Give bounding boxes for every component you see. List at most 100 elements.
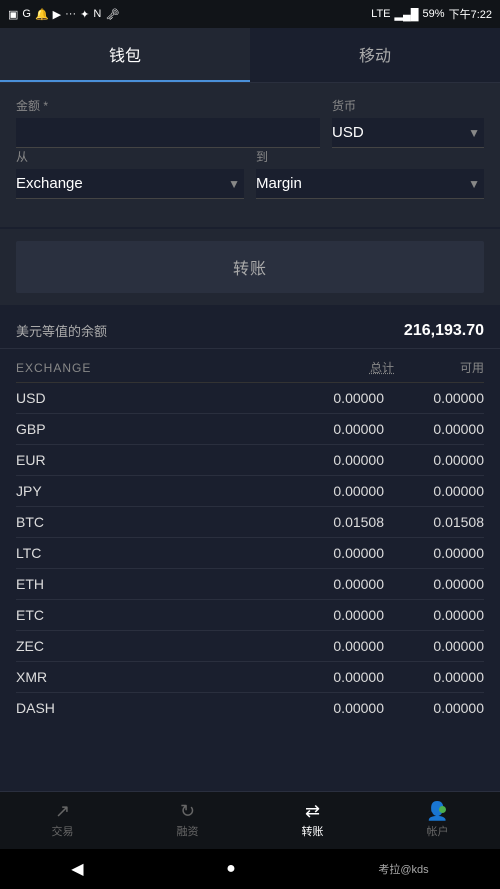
asset-available: 0.00000	[384, 607, 484, 623]
nav-label-transfer: 转账	[302, 823, 324, 839]
play-icon: ▶	[53, 8, 61, 21]
exchange-header-row: EXCHANGE 总计 可用	[16, 349, 484, 383]
nav-label-funding: 融资	[177, 823, 199, 839]
asset-name: BTC	[16, 514, 96, 530]
balance-section: 美元等值的余额 216,193.70	[0, 305, 500, 349]
asset-available: 0.00000	[384, 638, 484, 654]
transfer-icon: ⇄	[305, 802, 320, 820]
currency-group: 货币 USD BTC ETH ▼	[332, 97, 484, 148]
asset-total: 0.00000	[264, 669, 384, 685]
from-select[interactable]: Exchange Margin Funding	[16, 169, 244, 199]
from-group: 从 Exchange Margin Funding ▼	[16, 148, 244, 199]
table-row[interactable]: BTC 0.01508 0.01508	[16, 507, 484, 538]
balance-value: 216,193.70	[404, 322, 484, 340]
asset-total: 0.00000	[264, 607, 384, 623]
currency-select[interactable]: USD BTC ETH	[332, 118, 484, 148]
status-right: LTE ▂▄█ 59% 下午7:22	[371, 6, 492, 22]
col-header-available: 可用	[394, 359, 484, 376]
dots: ···	[65, 8, 76, 20]
trade-icon: ↗	[55, 802, 70, 820]
nav-item-trade[interactable]: ↗ 交易	[0, 792, 125, 849]
table-row[interactable]: JPY 0.00000 0.00000	[16, 476, 484, 507]
asset-name: GBP	[16, 421, 96, 437]
to-group: 到 Margin Exchange Funding ▼	[256, 148, 484, 199]
asset-total: 0.01508	[264, 514, 384, 530]
tab-wallet[interactable]: 钱包	[0, 28, 250, 82]
asset-name: ZEC	[16, 638, 96, 654]
lte-icon: LTE	[371, 8, 390, 20]
signal-bars: ▂▄█	[395, 8, 419, 21]
amount-group: 金额 *	[16, 97, 320, 148]
table-row[interactable]: XMR 0.00000 0.00000	[16, 662, 484, 693]
from-select-wrapper: Exchange Margin Funding ▼	[16, 169, 244, 199]
amount-currency-row: 金额 * 货币 USD BTC ETH ▼	[16, 97, 484, 148]
table-row[interactable]: EUR 0.00000 0.00000	[16, 445, 484, 476]
to-select[interactable]: Margin Exchange Funding	[256, 169, 484, 199]
asset-name: EUR	[16, 452, 96, 468]
transfer-btn-wrap: 转账	[0, 229, 500, 305]
col-headers: 总计 可用	[304, 359, 484, 376]
form-area: 金额 * 货币 USD BTC ETH ▼ 从 Exchange Margin	[0, 83, 500, 227]
asset-total: 0.00000	[264, 483, 384, 499]
asset-name: ETC	[16, 607, 96, 623]
to-label: 到	[256, 148, 484, 165]
account-status-dot	[439, 806, 446, 813]
account-icon-wrap: 👤	[426, 802, 448, 820]
asset-name: USD	[16, 390, 96, 406]
brand-label: 考拉@kds	[378, 861, 428, 877]
asset-total: 0.00000	[264, 576, 384, 592]
transfer-button[interactable]: 转账	[16, 241, 484, 293]
col-header-total: 总计	[304, 359, 394, 376]
asset-total: 0.00000	[264, 421, 384, 437]
table-row[interactable]: LTC 0.00000 0.00000	[16, 538, 484, 569]
bottom-nav: ↗ 交易 ↻ 融资 ⇄ 转账 👤 帐户	[0, 791, 500, 849]
nav-label-account: 帐户	[427, 823, 449, 839]
exchange-section: EXCHANGE 总计 可用 USD 0.00000 0.00000 GBP 0…	[0, 349, 500, 723]
table-row[interactable]: ZEC 0.00000 0.00000	[16, 631, 484, 662]
asset-available: 0.00000	[384, 390, 484, 406]
status-left: ▣ G 🔔 ▶ ··· ✦ N 🗝	[8, 8, 119, 21]
asset-total: 0.00000	[264, 390, 384, 406]
amount-input[interactable]	[16, 118, 320, 148]
nav-item-transfer[interactable]: ⇄ 转账	[250, 792, 375, 849]
from-label: 从	[16, 148, 244, 165]
amount-label: 金额 *	[16, 97, 320, 114]
time-display: 下午7:22	[449, 6, 492, 22]
back-button[interactable]: ◀	[71, 859, 83, 879]
nav-item-funding[interactable]: ↻ 融资	[125, 792, 250, 849]
asset-available: 0.00000	[384, 545, 484, 561]
status-bar: ▣ G 🔔 ▶ ··· ✦ N 🗝 LTE ▂▄█ 59% 下午7:22	[0, 0, 500, 28]
asset-table: USD 0.00000 0.00000 GBP 0.00000 0.00000 …	[16, 383, 484, 723]
notification-icon: 🔔	[35, 8, 49, 21]
asset-total: 0.00000	[264, 700, 384, 716]
asset-name: JPY	[16, 483, 96, 499]
funding-icon: ↻	[180, 802, 195, 820]
table-row[interactable]: ETH 0.00000 0.00000	[16, 569, 484, 600]
table-row[interactable]: DASH 0.00000 0.00000	[16, 693, 484, 723]
currency-label: 货币	[332, 97, 484, 114]
bluetooth-icon: ✦	[80, 8, 89, 21]
tab-transfer[interactable]: 移动	[250, 28, 500, 82]
app-icon-2: G	[22, 8, 31, 20]
top-tabs: 钱包 移动	[0, 28, 500, 83]
currency-select-wrapper: USD BTC ETH ▼	[332, 118, 484, 148]
system-nav: ◀ ● 考拉@kds	[0, 849, 500, 889]
asset-total: 0.00000	[264, 638, 384, 654]
app-icon-1: ▣	[8, 8, 18, 21]
from-to-row: 从 Exchange Margin Funding ▼ 到 Margin Exc…	[16, 148, 484, 199]
asset-available: 0.00000	[384, 452, 484, 468]
nav-item-account[interactable]: 👤 帐户	[375, 792, 500, 849]
asset-name: DASH	[16, 700, 96, 716]
nav-label-trade: 交易	[52, 823, 74, 839]
asset-available: 0.00000	[384, 700, 484, 716]
table-row[interactable]: ETC 0.00000 0.00000	[16, 600, 484, 631]
asset-available: 0.00000	[384, 483, 484, 499]
exchange-section-title: EXCHANGE	[16, 361, 91, 375]
asset-available: 0.00000	[384, 669, 484, 685]
table-row[interactable]: USD 0.00000 0.00000	[16, 383, 484, 414]
nfc-icon: N	[93, 8, 101, 20]
table-row[interactable]: GBP 0.00000 0.00000	[16, 414, 484, 445]
asset-total: 0.00000	[264, 545, 384, 561]
home-button[interactable]: ●	[226, 860, 236, 878]
asset-name: ETH	[16, 576, 96, 592]
